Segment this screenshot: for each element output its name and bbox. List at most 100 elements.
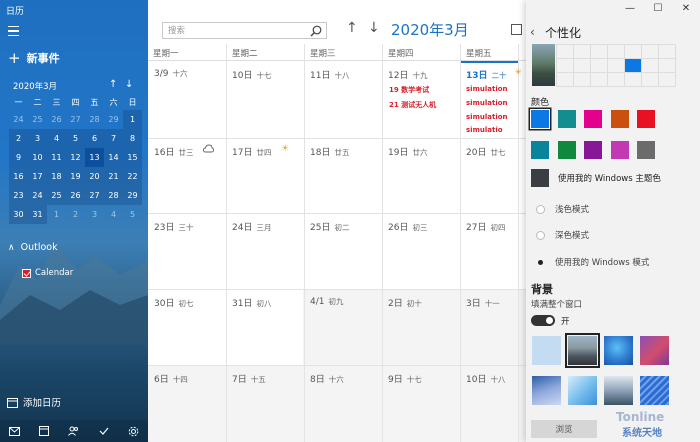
mini-calendar-day[interactable]: 19 (66, 167, 85, 186)
background-option-selected[interactable] (565, 333, 600, 368)
mini-calendar-day[interactable]: 27 (85, 186, 104, 205)
outlook-account-toggle[interactable]: ∧ Outlook (8, 242, 58, 253)
todo-check-icon[interactable] (94, 422, 114, 440)
day-cell[interactable]: 11日 十八 (310, 68, 349, 81)
mini-calendar-day[interactable]: 5 (66, 129, 85, 148)
event-item[interactable]: simulation (466, 99, 508, 107)
day-cell[interactable]: 20日 廿七 (466, 145, 505, 158)
mini-calendar-day[interactable]: 28 (85, 110, 104, 129)
background-option[interactable] (640, 376, 669, 405)
mini-calendar-day[interactable]: 18 (47, 167, 66, 186)
mini-next-arrow-icon[interactable]: ↓ (125, 79, 133, 90)
mini-calendar-day[interactable]: 16 (9, 167, 28, 186)
mini-calendar-day[interactable]: 6 (85, 129, 104, 148)
day-cell[interactable]: 16日 廿三 (154, 145, 193, 158)
day-cell[interactable]: 12日 十九 (388, 68, 427, 81)
background-option[interactable] (640, 336, 669, 365)
color-swatch[interactable] (584, 141, 602, 159)
calendar-checkbox-item[interactable]: Calendar (22, 268, 73, 278)
day-cell[interactable]: 6日 十四 (154, 372, 188, 385)
mini-calendar-day[interactable]: 2 (66, 205, 85, 224)
color-swatch[interactable] (610, 141, 629, 159)
day-cell[interactable]: 3日 十一 (466, 296, 500, 309)
view-calendar-icon[interactable] (511, 24, 522, 35)
mini-calendar-day[interactable]: 9 (9, 148, 28, 167)
mini-calendar-day[interactable]: 3 (85, 205, 104, 224)
mini-calendar-day[interactable]: 14 (104, 148, 123, 167)
day-cell[interactable]: 10日 十七 (232, 68, 271, 81)
mini-calendar-day[interactable]: 25 (47, 186, 66, 205)
close-icon[interactable]: ✕ (672, 0, 700, 18)
mini-calendar-day[interactable]: 10 (28, 148, 47, 167)
event-item[interactable]: simulation (466, 85, 508, 93)
day-cell[interactable]: 25日 初二 (310, 220, 349, 233)
event-item[interactable]: simulatio (466, 126, 503, 134)
mini-calendar-day[interactable]: 5 (123, 205, 142, 224)
radio-light-mode[interactable]: 浅色模式 (536, 203, 589, 215)
mini-calendar-day[interactable]: 23 (9, 186, 28, 205)
mini-calendar-day[interactable]: 20 (85, 167, 104, 186)
color-swatch[interactable] (531, 141, 549, 159)
mini-calendar-day[interactable]: 1 (123, 110, 142, 129)
mini-calendar-day[interactable]: 7 (104, 129, 123, 148)
settings-gear-icon[interactable] (123, 422, 143, 440)
add-calendar-button[interactable]: 添加日历 (7, 395, 61, 409)
color-swatch[interactable] (584, 110, 602, 128)
month-title[interactable]: 2020年3月 (391, 19, 469, 40)
day-cell[interactable]: 17日 廿四 (232, 145, 271, 158)
mini-calendar-day[interactable]: 25 (28, 110, 47, 129)
day-cell[interactable]: 2日 初十 (388, 296, 422, 309)
search-box[interactable] (162, 22, 327, 39)
mini-calendar-day[interactable]: 12 (66, 148, 85, 167)
event-item[interactable]: 19 数学考试 (389, 85, 429, 95)
mini-calendar-day[interactable]: 29 (104, 110, 123, 129)
search-icon[interactable] (310, 25, 322, 37)
calendar-icon[interactable] (34, 422, 54, 440)
next-month-arrow-icon[interactable]: ↓ (368, 20, 380, 36)
search-input[interactable] (163, 23, 303, 38)
mini-calendar-day[interactable]: 24 (28, 186, 47, 205)
day-cell[interactable]: 9日 十七 (388, 372, 422, 385)
color-swatch-selected[interactable] (530, 109, 550, 129)
back-chevron-icon[interactable]: ‹ (530, 25, 535, 39)
fill-window-toggle[interactable] (531, 315, 555, 326)
day-cell[interactable]: 24日 三月 (232, 220, 271, 233)
mail-icon[interactable] (5, 422, 25, 440)
day-cell[interactable]: 18日 廿五 (310, 145, 349, 158)
day-cell[interactable]: 30日 初七 (154, 296, 193, 309)
mini-calendar-day[interactable]: 4 (104, 205, 123, 224)
day-cell[interactable]: 27日 初四 (466, 220, 505, 233)
mini-calendar-day[interactable]: 31 (28, 205, 47, 224)
day-cell-today[interactable]: 13日 二十 (466, 68, 507, 81)
mini-calendar-day[interactable]: 1 (47, 205, 66, 224)
day-cell[interactable]: 10日 十八 (466, 372, 505, 385)
color-swatch[interactable] (557, 110, 576, 128)
mini-calendar-day[interactable]: 22 (123, 167, 142, 186)
new-event-button[interactable]: + 新事件 (8, 50, 60, 66)
background-option[interactable] (604, 376, 633, 405)
background-option[interactable] (532, 336, 561, 365)
day-cell[interactable]: 23日 三十 (154, 220, 193, 233)
mini-prev-arrow-icon[interactable]: ↑ (109, 79, 117, 90)
mini-calendar-day[interactable]: 13 (85, 148, 104, 167)
day-cell[interactable]: 3/9 十六 (154, 68, 187, 79)
day-cell[interactable]: 19日 廿六 (388, 145, 427, 158)
mini-calendar-day[interactable]: 26 (66, 186, 85, 205)
background-option[interactable] (568, 376, 597, 405)
mini-calendar-day[interactable]: 26 (47, 110, 66, 129)
windows-theme-color-swatch[interactable] (531, 169, 549, 187)
event-item[interactable]: 21 测试无人机 (389, 100, 436, 110)
color-swatch[interactable] (557, 141, 576, 159)
day-cell[interactable]: 8日 十六 (310, 372, 344, 385)
previous-month-arrow-icon[interactable]: ↑ (346, 20, 358, 36)
mini-calendar-day[interactable]: 28 (104, 186, 123, 205)
radio-windows-mode[interactable]: 使用我的 Windows 模式 (536, 256, 649, 268)
mini-calendar-day[interactable]: 15 (123, 148, 142, 167)
color-swatch[interactable] (637, 141, 655, 159)
checkbox-checked-icon[interactable] (22, 268, 31, 278)
people-icon[interactable] (64, 422, 84, 440)
mini-calendar-day[interactable]: 8 (123, 129, 142, 148)
use-windows-theme-color-option[interactable]: 使用我的 Windows 主题色 (531, 169, 661, 187)
day-cell[interactable]: 4/1 初九 (310, 296, 343, 307)
mini-calendar-day[interactable]: 24 (9, 110, 28, 129)
